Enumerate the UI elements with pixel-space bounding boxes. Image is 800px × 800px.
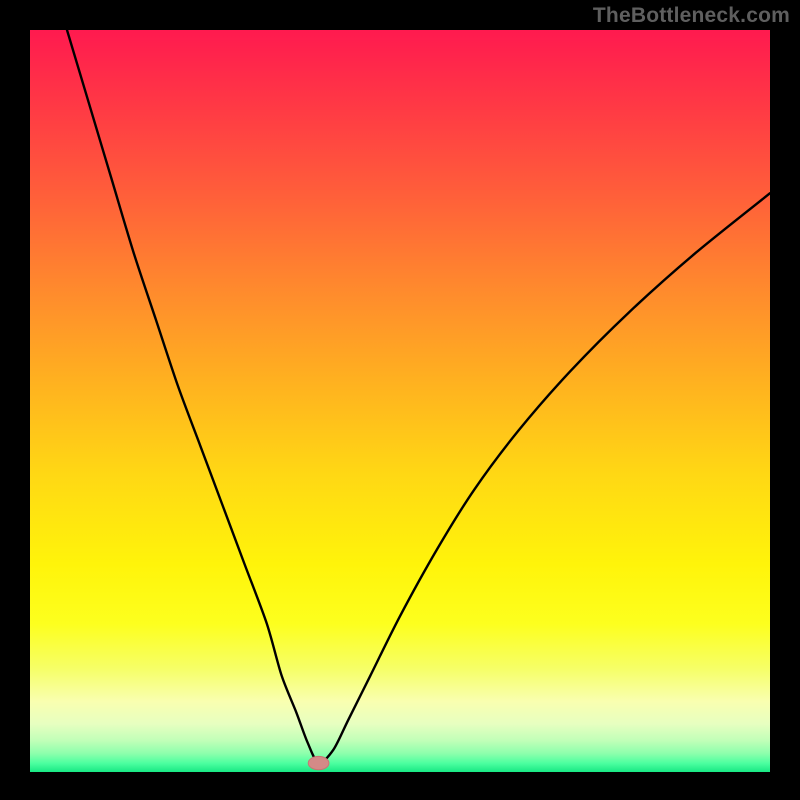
minimum-marker — [308, 756, 329, 769]
plot-svg — [30, 30, 770, 772]
plot-area — [30, 30, 770, 772]
chart-frame: TheBottleneck.com — [0, 0, 800, 800]
gradient-background — [30, 30, 770, 772]
watermark-text: TheBottleneck.com — [593, 4, 790, 28]
